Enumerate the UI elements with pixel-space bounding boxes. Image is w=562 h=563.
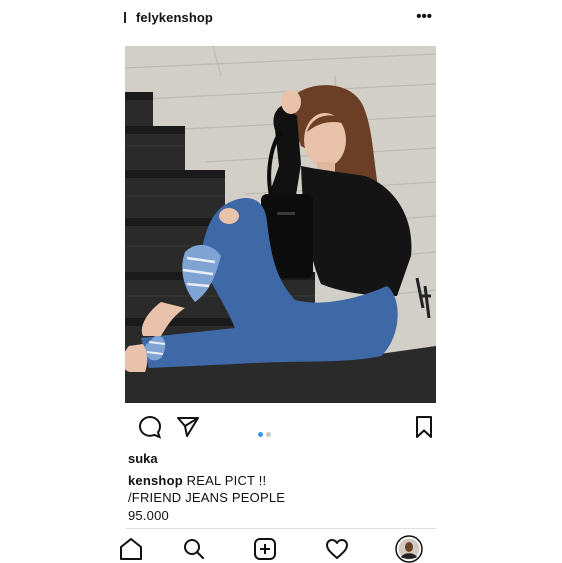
- search-icon[interactable]: [182, 537, 206, 561]
- caption-text-1: REAL PICT !!: [182, 473, 267, 488]
- post-photo-illustration: [125, 46, 436, 403]
- likes-count[interactable]: suka: [128, 451, 158, 466]
- instagram-post-screen: felykenshop ••• suka kenshop REAL PICT !…: [0, 0, 562, 563]
- home-icon[interactable]: [119, 537, 143, 561]
- more-options-icon[interactable]: •••: [416, 8, 432, 25]
- post-username[interactable]: felykenshop: [136, 10, 213, 25]
- post-header: felykenshop •••: [120, 8, 438, 30]
- profile-avatar[interactable]: [395, 535, 423, 563]
- bottom-navigation: [120, 528, 436, 563]
- caption-line-2: /FRIEND JEANS PEOPLE: [128, 490, 286, 505]
- post-photo[interactable]: [125, 46, 436, 403]
- carousel-indicator: [258, 424, 274, 442]
- carousel-dot: [266, 432, 271, 437]
- bookmark-icon[interactable]: [411, 414, 437, 440]
- comment-icon[interactable]: [137, 414, 163, 440]
- caption-line-1: kenshop REAL PICT !!: [128, 473, 266, 488]
- share-icon[interactable]: [175, 414, 201, 440]
- avatar-edge[interactable]: [124, 12, 126, 23]
- heart-icon[interactable]: [325, 537, 349, 561]
- post-actions: [125, 410, 436, 444]
- carousel-dot-active: [258, 432, 263, 437]
- caption-line-3: 95.000: [128, 508, 169, 523]
- add-post-icon[interactable]: [253, 537, 277, 561]
- caption-username[interactable]: kenshop: [128, 473, 183, 488]
